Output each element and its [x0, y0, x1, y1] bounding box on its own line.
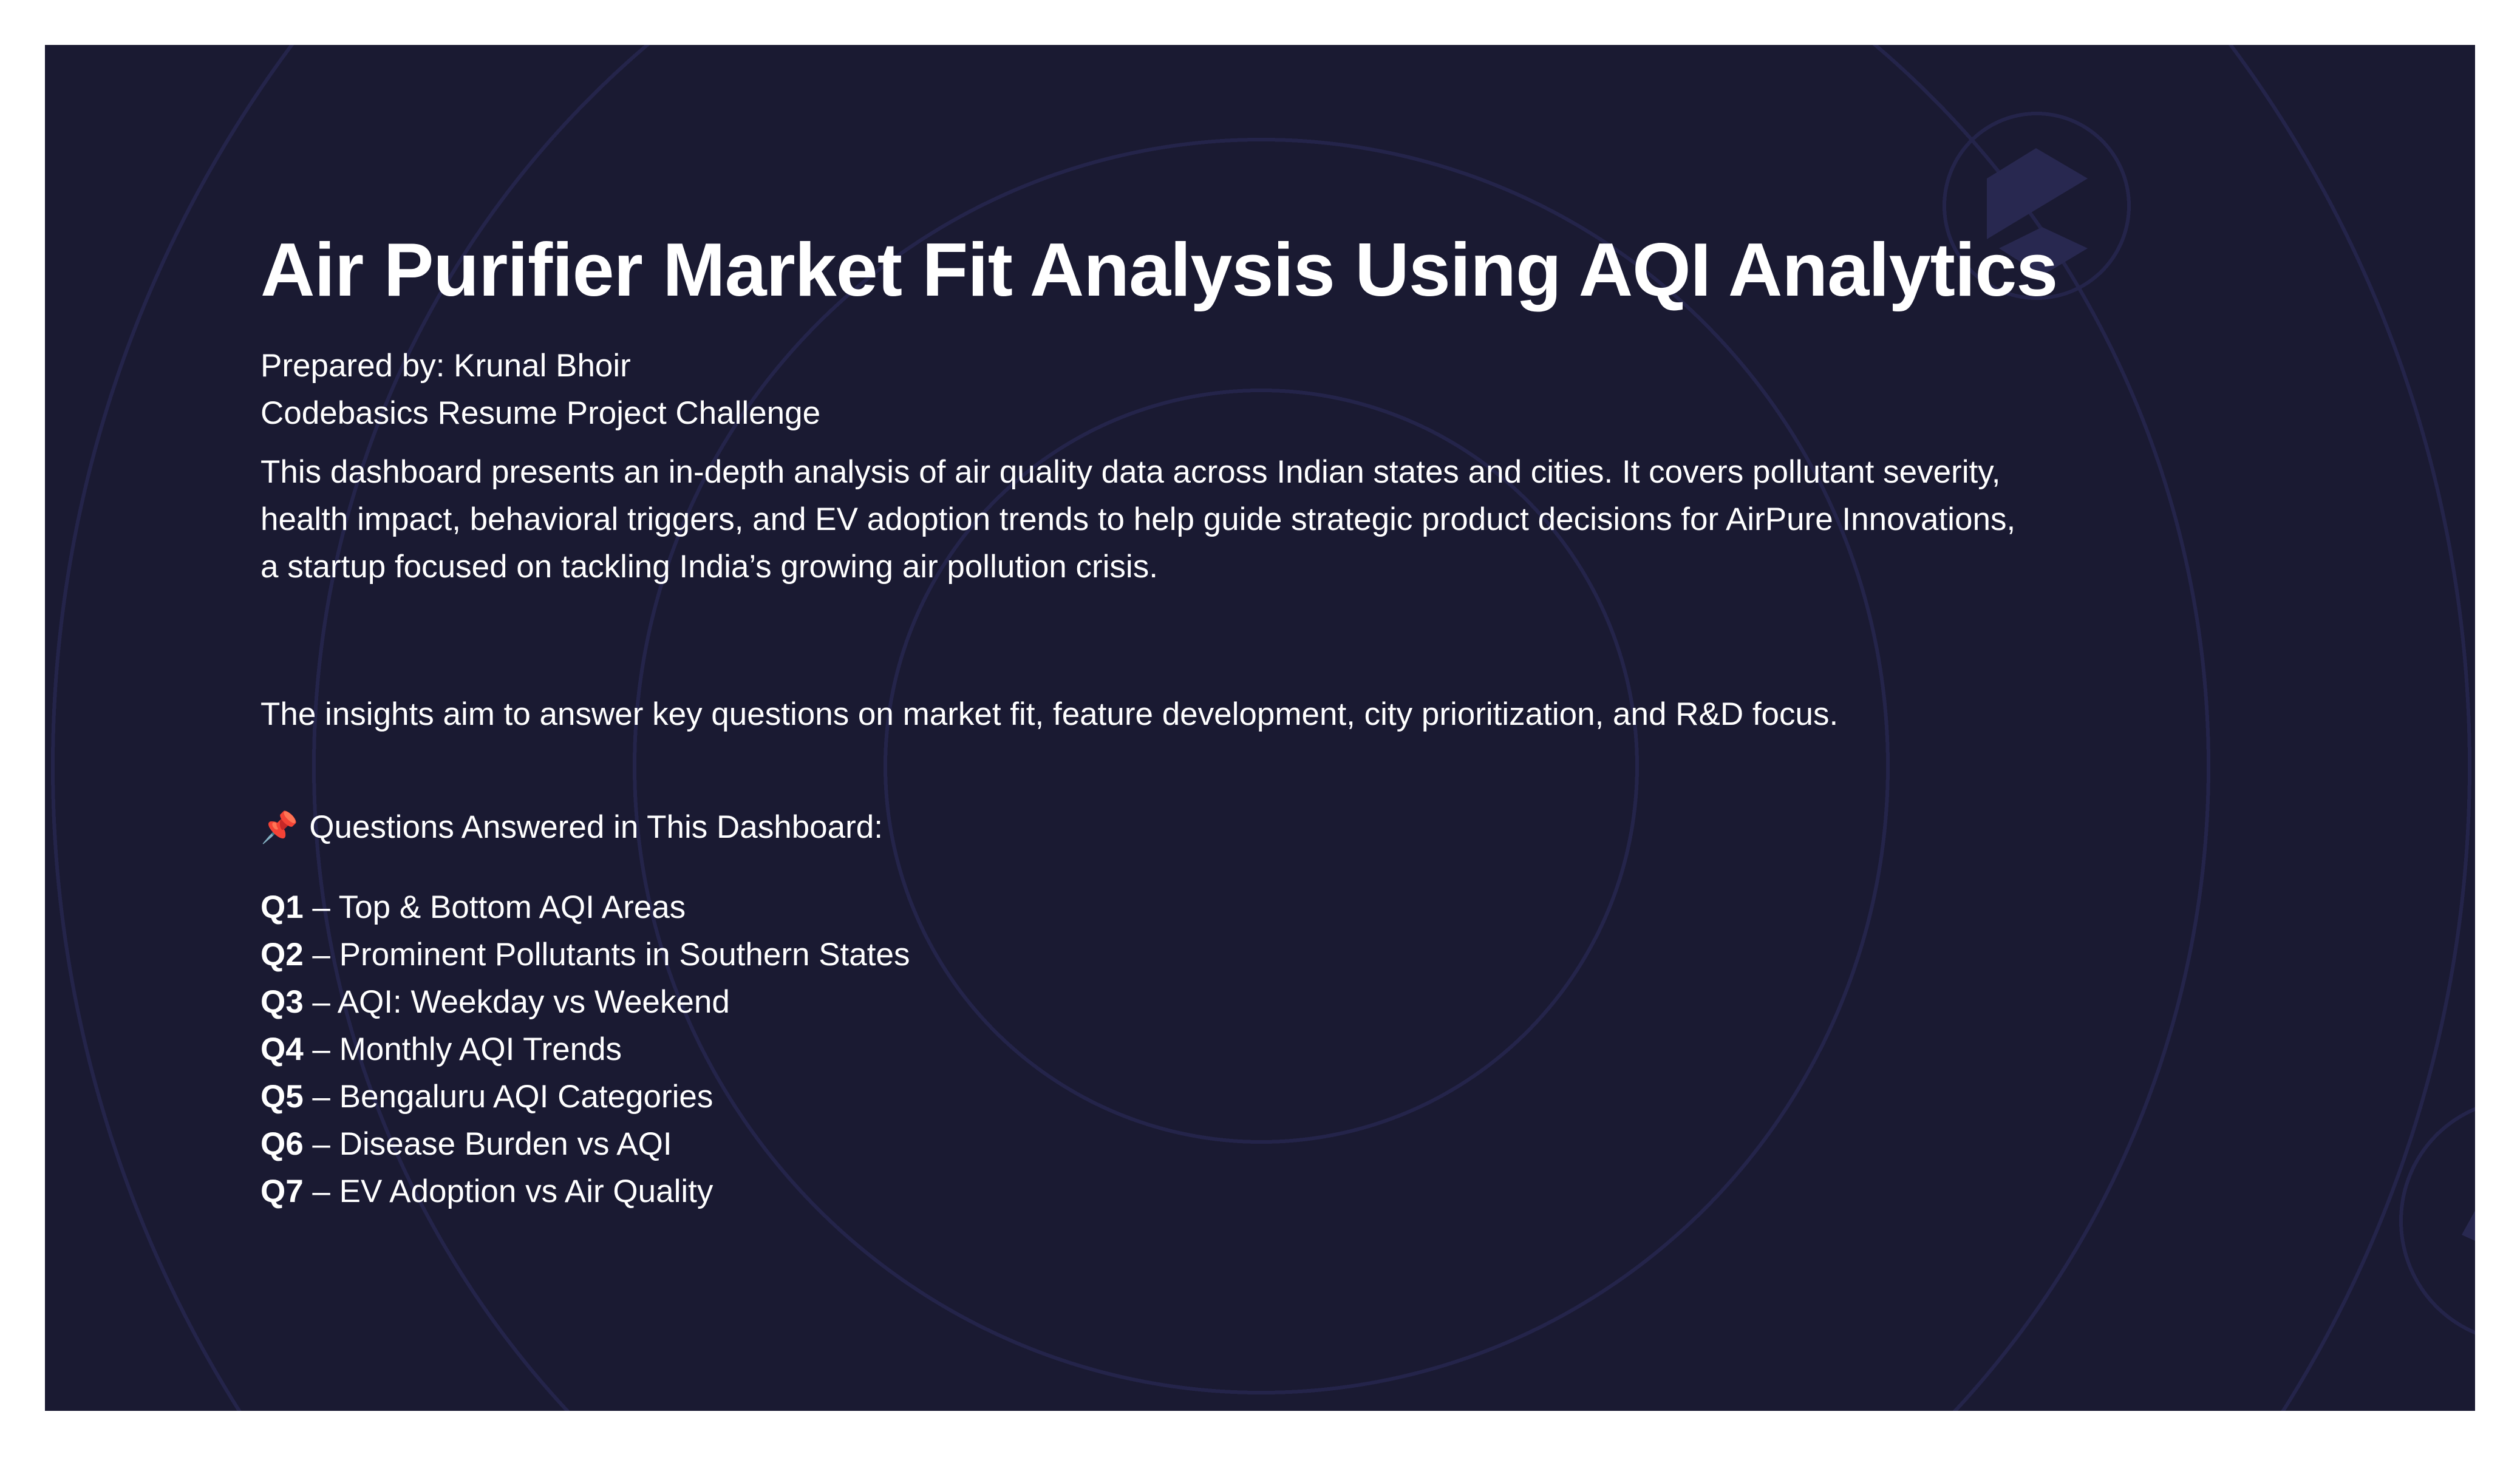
- questions-heading-label: Questions Answered in This Dashboard:: [309, 809, 883, 845]
- question-id: Q6: [261, 1126, 304, 1162]
- dashboard-cover-panel: Air Purifier Market Fit Analysis Using A…: [45, 45, 2475, 1411]
- question-id: Q5: [261, 1079, 304, 1115]
- pushpin-icon: 📌: [261, 810, 299, 844]
- question-item: Q6 – Disease Burden vs AQI: [261, 1121, 910, 1168]
- question-item: Q5 – Bengaluru AQI Categories: [261, 1073, 910, 1121]
- question-text: – Bengaluru AQI Categories: [303, 1079, 713, 1115]
- description: This dashboard presents an in-depth anal…: [261, 449, 2015, 591]
- question-id: Q2: [261, 937, 304, 973]
- question-text: – AQI: Weekday vs Weekend: [303, 984, 730, 1020]
- question-text: – EV Adoption vs Air Quality: [303, 1173, 713, 1209]
- logo-watermark-icon: [1987, 148, 2475, 1241]
- description-line: This dashboard presents an in-depth anal…: [261, 454, 2001, 490]
- question-id: Q3: [261, 984, 304, 1020]
- description-line: a startup focused on tackling India’s gr…: [261, 549, 1158, 585]
- question-item: Q1 – Top & Bottom AQI Areas: [261, 884, 910, 931]
- question-item: Q7 – EV Adoption vs Air Quality: [261, 1168, 910, 1215]
- question-id: Q4: [261, 1031, 304, 1067]
- question-id: Q1: [261, 889, 304, 925]
- insights-text: The insights aim to answer key questions…: [261, 696, 1839, 732]
- question-item: Q4 – Monthly AQI Trends: [261, 1026, 910, 1073]
- question-id: Q7: [261, 1173, 304, 1209]
- question-item: Q3 – AQI: Weekday vs Weekend: [261, 979, 910, 1026]
- author-info: Prepared by: Krunal Bhoir Codebasics Res…: [261, 342, 820, 437]
- questions-list: Q1 – Top & Bottom AQI Areas Q2 – Promine…: [261, 884, 910, 1215]
- question-text: – Disease Burden vs AQI: [303, 1126, 672, 1162]
- page-title: Air Purifier Market Fit Analysis Using A…: [261, 228, 2058, 312]
- question-text: – Prominent Pollutants in Southern State…: [303, 937, 910, 973]
- challenge-name: Codebasics Resume Project Challenge: [261, 395, 821, 431]
- question-item: Q2 – Prominent Pollutants in Southern St…: [261, 931, 910, 979]
- prepared-by: Prepared by: Krunal Bhoir: [261, 348, 631, 384]
- question-text: – Monthly AQI Trends: [303, 1031, 622, 1067]
- description-line: health impact, behavioral triggers, and …: [261, 501, 2016, 537]
- question-text: – Top & Bottom AQI Areas: [303, 889, 686, 925]
- questions-heading: 📌 Questions Answered in This Dashboard:: [261, 804, 883, 851]
